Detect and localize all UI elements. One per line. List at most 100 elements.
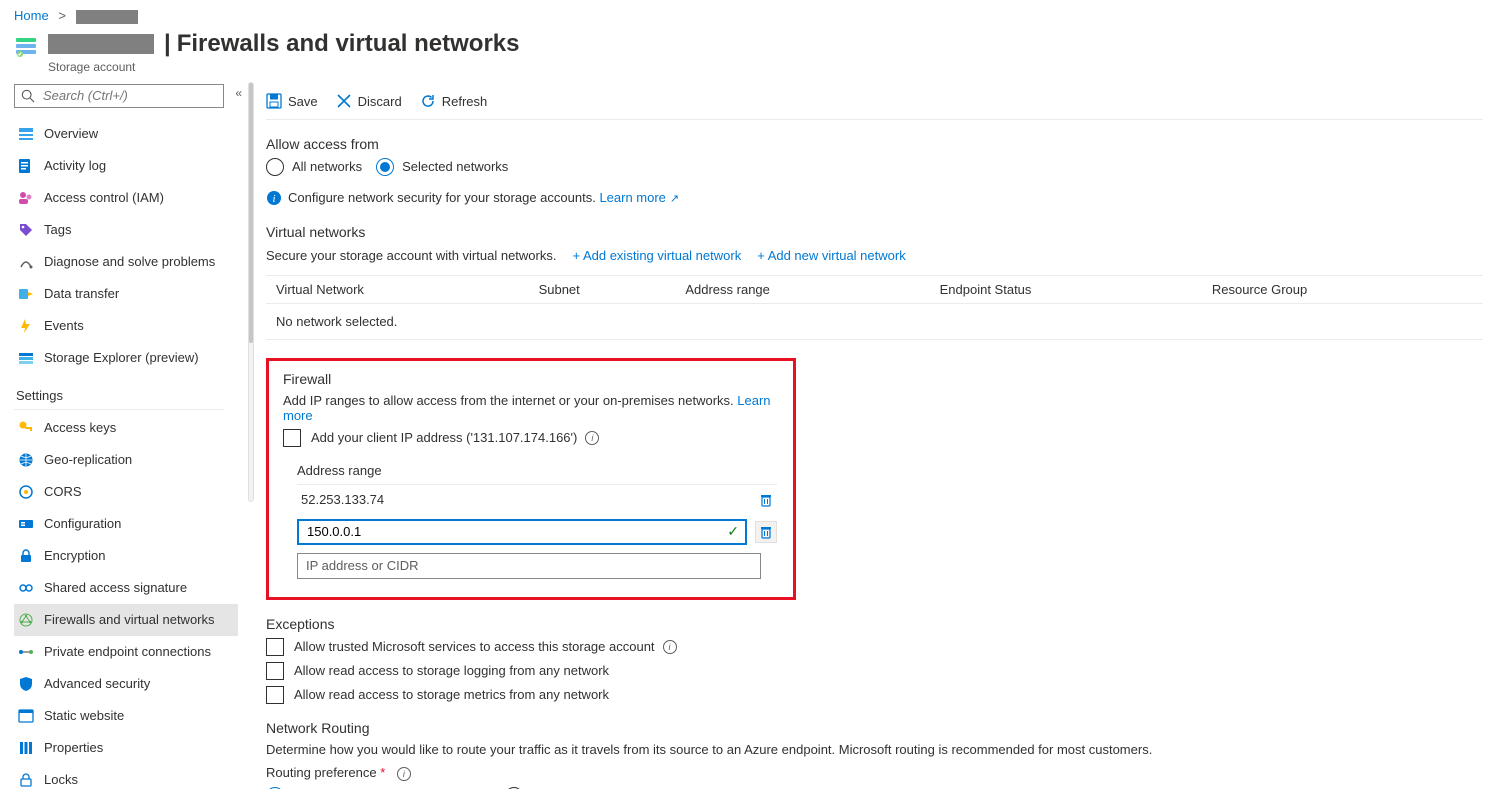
collapse-sidebar-icon[interactable]: « bbox=[235, 86, 242, 100]
address-range-input-placeholder[interactable]: IP address or CIDR bbox=[297, 553, 761, 579]
configuration-icon bbox=[18, 516, 34, 532]
lock-icon bbox=[18, 548, 34, 564]
sidebar-item-diagnose[interactable]: Diagnose and solve problems bbox=[14, 246, 238, 278]
info-icon[interactable]: i bbox=[397, 767, 411, 781]
sidebar-item-firewalls[interactable]: Firewalls and virtual networks bbox=[14, 604, 238, 636]
info-text: Configure network security for your stor… bbox=[288, 190, 596, 205]
col-address-range: Address range bbox=[675, 275, 929, 303]
col-resource-group: Resource Group bbox=[1202, 275, 1483, 303]
refresh-button[interactable]: Refresh bbox=[420, 93, 488, 109]
overview-icon bbox=[18, 126, 34, 142]
address-range-input-field[interactable] bbox=[305, 523, 727, 540]
sidebar-item-events[interactable]: Events bbox=[14, 310, 238, 342]
sidebar-item-tags[interactable]: Tags bbox=[14, 214, 238, 246]
tags-icon bbox=[18, 222, 34, 238]
sidebar: « Overview Activity log Access control (… bbox=[0, 76, 250, 789]
trash-icon bbox=[759, 493, 773, 507]
col-virtual-network: Virtual Network bbox=[266, 275, 529, 303]
nav-label: Diagnose and solve problems bbox=[44, 254, 215, 269]
svg-text:i: i bbox=[272, 193, 275, 205]
info-icon[interactable]: i bbox=[663, 640, 677, 654]
address-range-row: 52.253.133.74 bbox=[297, 485, 777, 515]
static-website-icon bbox=[18, 708, 34, 724]
main-content: Save Discard Refresh Allow access from A… bbox=[250, 76, 1497, 789]
search-icon bbox=[21, 89, 35, 103]
virtual-networks-subtitle: Secure your storage account with virtual… bbox=[266, 248, 556, 263]
search-input[interactable] bbox=[41, 87, 223, 104]
sidebar-item-properties[interactable]: Properties bbox=[14, 732, 238, 764]
exceptions-title: Exceptions bbox=[266, 616, 1483, 632]
radio-internet-routing[interactable]: Internet routing endpoint bbox=[505, 787, 672, 789]
info-icon[interactable]: i bbox=[585, 431, 599, 445]
nav-label: Access control (IAM) bbox=[44, 190, 164, 205]
exception-metrics-label: Allow read access to storage metrics fro… bbox=[294, 687, 609, 702]
address-range-row-new: IP address or CIDR bbox=[297, 549, 777, 583]
sidebar-search[interactable] bbox=[14, 84, 224, 108]
toolbar: Save Discard Refresh bbox=[266, 84, 1483, 120]
sidebar-item-geo-replication[interactable]: Geo-replication bbox=[14, 444, 238, 476]
sidebar-item-private-endpoint[interactable]: Private endpoint connections bbox=[14, 636, 238, 668]
sidebar-item-overview[interactable]: Overview bbox=[14, 118, 238, 150]
col-subnet: Subnet bbox=[529, 275, 676, 303]
sidebar-item-access-keys[interactable]: Access keys bbox=[14, 412, 238, 444]
radio-label: Selected networks bbox=[402, 159, 508, 174]
save-button[interactable]: Save bbox=[266, 93, 318, 109]
sidebar-item-static-website[interactable]: Static website bbox=[14, 700, 238, 732]
virtual-networks-table: Virtual Network Subnet Address range End… bbox=[266, 275, 1483, 340]
page-header: | Firewalls and virtual networks Storage… bbox=[0, 28, 1497, 76]
virtual-networks-title: Virtual networks bbox=[266, 224, 1483, 240]
address-range-row-editing: ✓ bbox=[297, 515, 777, 549]
sidebar-item-storage-explorer[interactable]: Storage Explorer (preview) bbox=[14, 342, 238, 374]
sidebar-item-access-control[interactable]: Access control (IAM) bbox=[14, 182, 238, 214]
trash-icon bbox=[759, 525, 773, 539]
sidebar-item-locks[interactable]: Locks bbox=[14, 764, 238, 796]
properties-icon bbox=[18, 740, 34, 756]
sidebar-item-cors[interactable]: CORS bbox=[14, 476, 238, 508]
firewall-title: Firewall bbox=[283, 371, 779, 387]
radio-label: Internet routing endpoint bbox=[531, 788, 672, 789]
breadcrumb-home[interactable]: Home bbox=[14, 8, 49, 23]
breadcrumb-resource-redacted[interactable] bbox=[76, 10, 138, 24]
delete-address-button[interactable] bbox=[755, 489, 777, 511]
shield-icon bbox=[18, 676, 34, 692]
sidebar-item-data-transfer[interactable]: Data transfer bbox=[14, 278, 238, 310]
firewall-icon bbox=[18, 612, 34, 628]
address-range-header: Address range bbox=[297, 457, 777, 485]
radio-microsoft-routing[interactable]: Microsoft network routing endpoint bbox=[266, 787, 491, 789]
sidebar-item-sas[interactable]: Shared access signature bbox=[14, 572, 238, 604]
data-transfer-icon bbox=[18, 286, 34, 302]
delete-address-button[interactable] bbox=[755, 521, 777, 543]
allow-access-label: Allow access from bbox=[266, 136, 1483, 152]
exception-metrics-checkbox[interactable] bbox=[266, 686, 284, 704]
address-range-value: 52.253.133.74 bbox=[297, 492, 747, 507]
radio-label: Microsoft network routing endpoint bbox=[292, 788, 491, 789]
private-endpoint-icon bbox=[18, 644, 34, 660]
refresh-icon bbox=[420, 93, 436, 109]
nav-label: Firewalls and virtual networks bbox=[44, 612, 215, 627]
firewall-highlight-box: Firewall Add IP ranges to allow access f… bbox=[266, 358, 796, 600]
discard-button[interactable]: Discard bbox=[336, 93, 402, 109]
address-range-input-active[interactable]: ✓ bbox=[297, 519, 747, 545]
add-existing-vnet-link[interactable]: + Add existing virtual network bbox=[572, 248, 741, 263]
storage-account-icon bbox=[14, 34, 38, 61]
nav-label: Properties bbox=[44, 740, 103, 755]
exception-trusted-checkbox[interactable] bbox=[266, 638, 284, 656]
sidebar-item-encryption[interactable]: Encryption bbox=[14, 540, 238, 572]
breadcrumb: Home > bbox=[0, 0, 1497, 28]
diagnose-icon bbox=[18, 254, 34, 270]
radio-all-networks[interactable]: All networks bbox=[266, 158, 362, 176]
nav-label: Encryption bbox=[44, 548, 105, 563]
resource-type-label: Storage account bbox=[48, 60, 520, 74]
sidebar-item-advanced-security[interactable]: Advanced security bbox=[14, 668, 238, 700]
exception-logging-checkbox[interactable] bbox=[266, 662, 284, 680]
nav-label: Advanced security bbox=[44, 676, 150, 691]
radio-selected-networks[interactable]: Selected networks bbox=[376, 158, 508, 176]
nav-label: Shared access signature bbox=[44, 580, 187, 595]
exception-logging-label: Allow read access to storage logging fro… bbox=[294, 663, 609, 678]
learn-more-link[interactable]: Learn more↗ bbox=[599, 190, 679, 205]
sidebar-item-activity-log[interactable]: Activity log bbox=[14, 150, 238, 182]
add-client-ip-checkbox[interactable] bbox=[283, 429, 301, 447]
sidebar-item-configuration[interactable]: Configuration bbox=[14, 508, 238, 540]
add-new-vnet-link[interactable]: + Add new virtual network bbox=[757, 248, 906, 263]
firewall-description: Add IP ranges to allow access from the i… bbox=[283, 393, 734, 408]
